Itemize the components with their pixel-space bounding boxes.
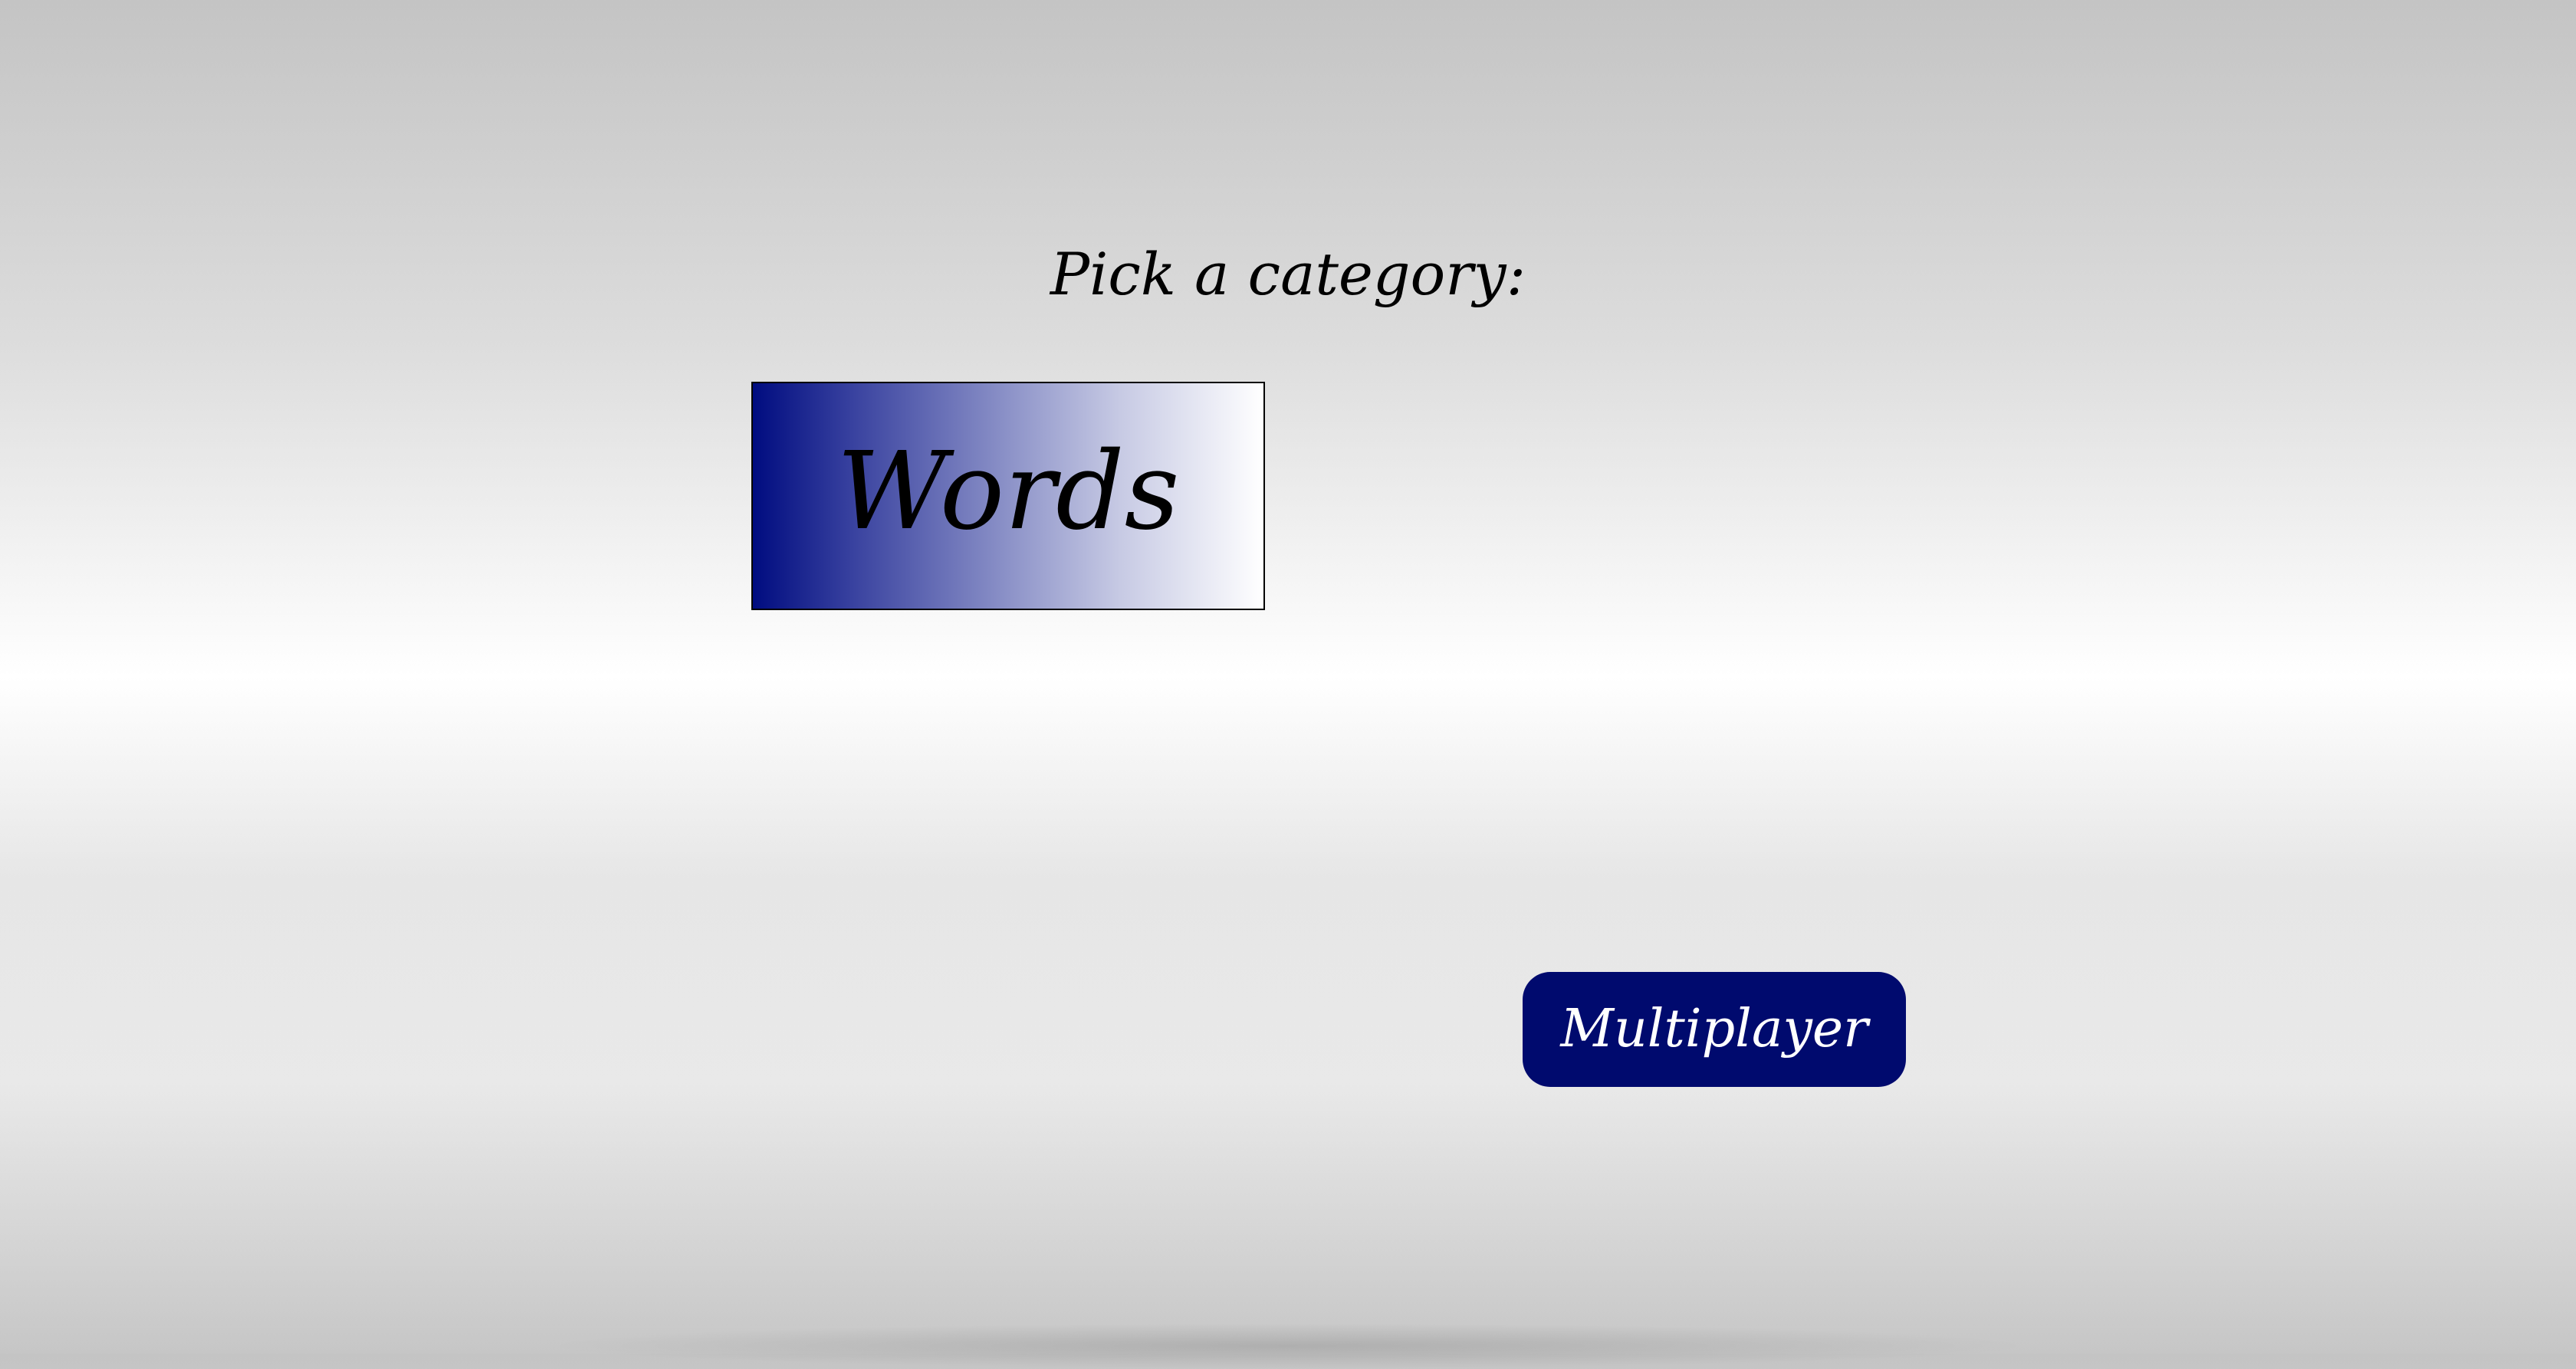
multiplayer-button[interactable]: Multiplayer	[1523, 972, 1906, 1087]
category-button-words[interactable]: Words	[751, 382, 1265, 610]
bottom-shadow	[537, 1323, 2039, 1369]
category-label: Words	[836, 429, 1180, 554]
multiplayer-label: Multiplayer	[1560, 999, 1868, 1059]
page-title: Pick a category:	[1050, 240, 1526, 308]
